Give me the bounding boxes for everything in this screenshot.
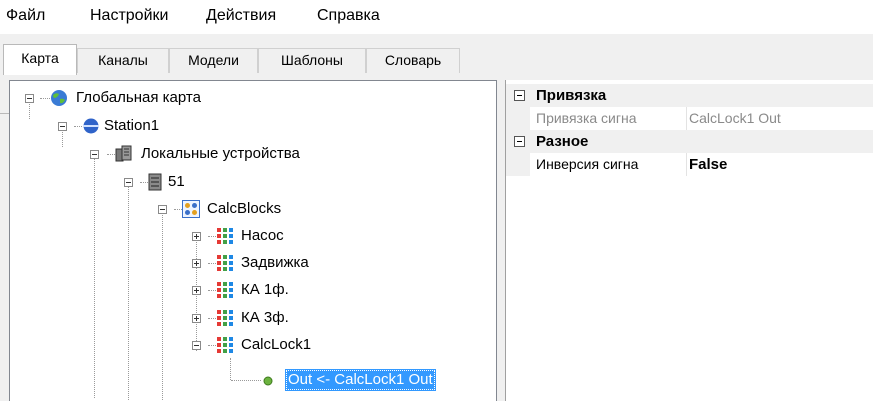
tree-connector (74, 126, 82, 128)
tab-templates[interactable]: Шаблоны (258, 48, 366, 73)
menu-actions[interactable]: Действия (206, 7, 276, 25)
category-binding[interactable]: Привязка (506, 84, 873, 107)
tree-node-label: Локальные устройства (141, 145, 300, 162)
menu-settings[interactable]: Настройки (90, 7, 168, 25)
tab-map[interactable]: Карта (3, 44, 77, 75)
selected-label: Out <- CalcLock1 Out (285, 369, 436, 391)
category-misc[interactable]: Разное (506, 130, 873, 153)
expand-toggle[interactable] (192, 232, 201, 241)
globe-icon (51, 90, 67, 106)
expand-toggle[interactable] (192, 286, 201, 295)
tree-connector (174, 209, 182, 211)
category-label: Привязка (536, 87, 607, 104)
collapse-toggle[interactable] (25, 94, 34, 103)
green-dot-icon (263, 376, 273, 386)
tree-connector (231, 380, 261, 382)
tree-node-label: CalcLock1 (241, 336, 312, 353)
collapse-toggle[interactable] (192, 341, 201, 350)
tree-node-label: CalcBlocks (207, 200, 282, 217)
tree-node-label: КА 3ф. (241, 309, 289, 326)
property-row-binding-signal[interactable]: Привязка сигна CalcLock1 Out (506, 107, 873, 130)
expand-toggle[interactable] (192, 259, 201, 268)
tab-dictionary[interactable]: Словарь (366, 48, 460, 73)
collapse-toggle[interactable] (124, 178, 133, 187)
devices-icon (115, 145, 132, 162)
panel-splitter[interactable] (497, 80, 505, 401)
tree-connector (40, 98, 50, 100)
property-row-inversion[interactable]: Инверсия сигна False (506, 153, 873, 176)
collapse-toggle[interactable] (158, 205, 167, 214)
tab-strip: Карта Каналы Модели Шаблоны Словарь (0, 40, 873, 114)
tree-connector (94, 153, 96, 398)
property-grid[interactable]: Привязка Привязка сигна CalcLock1 Out Ра… (505, 80, 873, 401)
tree-connector (140, 182, 148, 184)
tree-node-label: Глобальная карта (76, 89, 201, 106)
station-icon (83, 118, 99, 134)
tree-node-label: Насос (241, 227, 284, 244)
block-grid-icon (217, 255, 233, 271)
tree-connector (162, 208, 164, 401)
tree-node-label: Задвижка (241, 254, 309, 271)
tree-view[interactable]: Глобальная карта Station1 Локальные устр… (9, 80, 497, 401)
tree-connector (107, 154, 115, 156)
row-margin (506, 107, 530, 130)
tree-node-label: КА 1ф. (241, 281, 289, 298)
tree-node-label: Station1 (104, 117, 160, 134)
collapse-toggle[interactable] (90, 150, 99, 159)
property-value[interactable]: False (689, 153, 727, 176)
block-grid-icon (217, 337, 233, 353)
property-value[interactable]: CalcLock1 Out (689, 107, 781, 130)
tree-connector (208, 263, 216, 265)
collapse-icon[interactable] (514, 136, 525, 147)
tree-connector (208, 290, 216, 292)
property-name: Инверсия сигна (536, 156, 639, 172)
collapse-toggle[interactable] (58, 122, 67, 131)
property-name: Привязка сигна (536, 110, 637, 126)
menu-help[interactable]: Справка (317, 7, 380, 25)
block-grid-icon (217, 310, 233, 326)
tree-connector (230, 358, 232, 380)
expand-toggle[interactable] (192, 314, 201, 323)
calcblocks-icon (182, 200, 200, 218)
collapse-icon[interactable] (514, 90, 525, 101)
tab-channels[interactable]: Каналы (77, 48, 169, 73)
row-margin (506, 153, 530, 176)
block-grid-icon (217, 228, 233, 244)
server-icon (148, 173, 162, 191)
tree-connector (208, 318, 216, 320)
block-grid-icon (217, 282, 233, 298)
tree-connector (128, 181, 130, 401)
column-divider[interactable] (686, 153, 687, 176)
tree-connector (208, 345, 216, 347)
column-divider[interactable] (686, 107, 687, 130)
category-label: Разное (536, 133, 589, 150)
tab-models[interactable]: Модели (169, 48, 258, 73)
tree-connector (208, 236, 216, 238)
tree-node-label: 51 (168, 173, 185, 190)
menu-file[interactable]: Файл (6, 7, 45, 25)
menu-bar: Файл Настройки Действия Справка (0, 0, 873, 34)
